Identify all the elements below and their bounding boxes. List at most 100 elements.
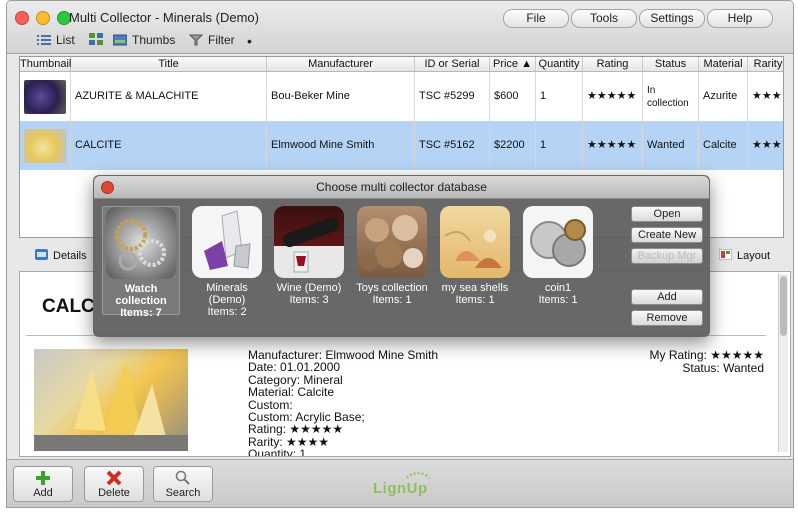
- calcite-photo: [34, 349, 188, 451]
- lignup-logo: LignUp: [367, 468, 437, 500]
- tab-details[interactable]: Details: [35, 249, 87, 263]
- detail-status: Status: Wanted: [682, 360, 764, 375]
- detail-scrollbar[interactable]: [778, 274, 788, 452]
- row-material: Azurite: [699, 72, 748, 121]
- row-title: CALCITE: [71, 121, 267, 170]
- teddy-bears-icon: [357, 206, 427, 278]
- database-items: Items: 2: [207, 306, 247, 318]
- detail-my-rating: My Rating: ★★★★★: [649, 348, 764, 362]
- row-rarity: ★★★: [748, 121, 783, 170]
- row-thumbnail: [20, 121, 71, 170]
- col-header-id[interactable]: ID or Serial: [415, 57, 490, 72]
- detail-quantity: Quantity: 1: [248, 447, 307, 457]
- row-rating: ★★★★★: [583, 72, 643, 121]
- col-header-quantity[interactable]: Quantity: [536, 57, 583, 72]
- layout-icon: [718, 248, 733, 263]
- window-controls: [15, 11, 71, 25]
- col-header-rarity[interactable]: Rarity: [748, 57, 783, 72]
- row-id: TSC #5162: [415, 121, 490, 170]
- filter-funnel-icon: [188, 34, 204, 46]
- col-header-thumbnail[interactable]: Thumbnail: [20, 57, 71, 72]
- tab-details-label: Details: [53, 250, 87, 262]
- add-button[interactable]: Add: [13, 466, 73, 502]
- remove-database-button[interactable]: Remove: [631, 310, 703, 326]
- row-price: $2200: [490, 121, 536, 170]
- thumbs-view-button[interactable]: Thumbs: [112, 33, 176, 47]
- dialog-title-bar: Choose multi collector database: [94, 176, 709, 199]
- detail-summary: My Rating: ★★★★★ Status: Wanted: [650, 349, 764, 374]
- thumbnail-icon: [112, 34, 128, 46]
- thumbs-view-label: Thumbs: [132, 33, 176, 47]
- window-title: Multi Collector - Minerals (Demo): [69, 10, 259, 25]
- scrollbar-thumb[interactable]: [780, 276, 787, 336]
- table-row[interactable]: AZURITE & MALACHITE Bou-Beker Mine TSC #…: [20, 72, 783, 121]
- database-items: Items: 1: [538, 294, 578, 306]
- filter-label: Filter: [208, 33, 235, 47]
- detail-rating: Rating: ★★★★★: [248, 422, 344, 437]
- delete-label: Delete: [98, 487, 130, 499]
- menu-help[interactable]: Help: [707, 9, 773, 28]
- delete-button[interactable]: Delete: [84, 466, 144, 502]
- list-view-button[interactable]: List: [37, 33, 75, 47]
- database-name: Minerals (Demo): [206, 282, 248, 306]
- tab-layout[interactable]: Layout: [718, 248, 770, 263]
- details-icon: [35, 249, 48, 263]
- menu-tools[interactable]: Tools: [571, 9, 637, 28]
- database-minerals[interactable]: Minerals (Demo) Items: 2: [189, 206, 265, 318]
- database-coin1[interactable]: coin1 Items: 1: [520, 206, 596, 313]
- detail-material: Material: Calcite: [248, 385, 335, 400]
- menu-settings[interactable]: Settings: [639, 9, 705, 28]
- menu-file[interactable]: File: [503, 9, 569, 28]
- minimize-window-button[interactable]: [36, 11, 50, 25]
- backup-button[interactable]: Backup Mgr: [631, 248, 703, 264]
- filter-button[interactable]: Filter: [188, 33, 235, 47]
- detail-heading: CALC: [42, 296, 95, 317]
- calcite-thumbnail: [24, 128, 66, 163]
- logo-text: LignUp: [373, 480, 428, 497]
- wine-bottle-icon: [274, 206, 344, 278]
- database-items: Items: 7: [120, 307, 162, 319]
- app-window: Multi Collector - Minerals (Demo) File T…: [6, 0, 794, 508]
- row-title: AZURITE & MALACHITE: [71, 72, 267, 121]
- grid-view-button[interactable]: [89, 33, 103, 45]
- row-manufacturer: Bou-Beker Mine: [267, 72, 415, 121]
- col-header-material[interactable]: Material: [699, 57, 748, 72]
- database-watch-collection[interactable]: Watch collection Items: 7: [102, 206, 180, 319]
- add-database-button[interactable]: Add: [631, 289, 703, 305]
- col-header-price[interactable]: Price ▲: [490, 57, 536, 72]
- detail-fields: Manufacturer: Elmwood Mine Smith Date: 0…: [248, 349, 438, 457]
- list-icon: [37, 34, 51, 46]
- create-new-button[interactable]: Create New: [631, 227, 703, 243]
- table-row-selected[interactable]: CALCITE Elmwood Mine Smith TSC #5162 $22…: [20, 121, 783, 170]
- database-items: Items: 3: [289, 294, 329, 306]
- database-name: coin1: [544, 282, 572, 294]
- row-price: $600: [490, 72, 536, 121]
- database-toys[interactable]: Toys collection Items: 1: [354, 206, 430, 313]
- database-wine[interactable]: Wine (Demo) Items: 3: [271, 206, 347, 313]
- database-sea-shells[interactable]: my sea shells Items: 1: [437, 206, 513, 313]
- search-button[interactable]: Search: [153, 466, 213, 502]
- col-header-rating[interactable]: Rating: [583, 57, 643, 72]
- title-bar: Multi Collector - Minerals (Demo) File T…: [7, 1, 793, 54]
- row-thumbnail: [20, 72, 71, 121]
- col-header-manufacturer[interactable]: Manufacturer: [267, 57, 415, 72]
- close-window-button[interactable]: [15, 11, 29, 25]
- row-rating: ★★★★★: [583, 121, 643, 170]
- mineral-crystal-icon: [192, 206, 262, 278]
- row-quantity: 1: [536, 72, 583, 121]
- azurite-thumbnail: [24, 79, 66, 114]
- database-items: Items: 1: [455, 294, 495, 306]
- row-id: TSC #5299: [415, 72, 490, 121]
- col-header-title[interactable]: Title: [71, 57, 267, 72]
- list-view-label: List: [56, 33, 75, 47]
- watch-gears-icon: [106, 207, 176, 279]
- dialog-close-button[interactable]: [101, 181, 114, 194]
- open-button[interactable]: Open: [631, 206, 703, 222]
- choose-database-dialog: Choose multi collector database Watch co…: [93, 175, 710, 337]
- bottom-toolbar: Add Delete Search LignUp: [7, 459, 793, 507]
- row-quantity: 1: [536, 121, 583, 170]
- col-header-status[interactable]: Status: [643, 57, 699, 72]
- database-name: Watch collection: [115, 283, 167, 307]
- dialog-title: Choose multi collector database: [316, 180, 487, 194]
- search-label: Search: [165, 487, 201, 499]
